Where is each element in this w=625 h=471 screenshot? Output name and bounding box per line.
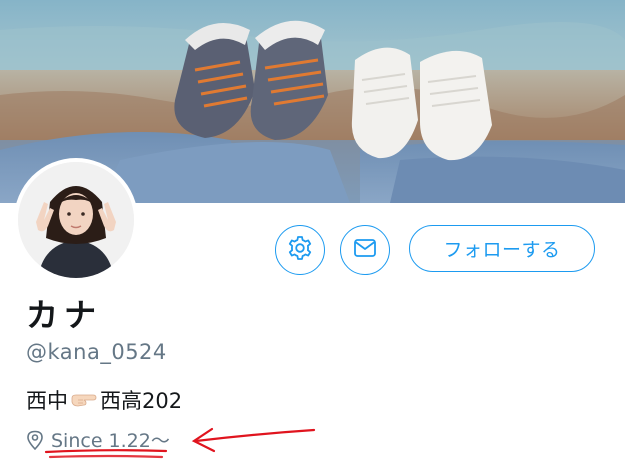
message-button[interactable] [340, 225, 390, 275]
bio-text-before: 西中 [26, 389, 68, 413]
display-name: カナ [26, 296, 103, 334]
annotation-arrow-shaft [194, 428, 316, 443]
gear-icon [287, 235, 313, 265]
follow-button[interactable]: フォローする [409, 225, 595, 272]
location-text: Since 1.22〜 [51, 430, 170, 452]
settings-button[interactable] [275, 225, 325, 275]
pointing-finger-icon [69, 389, 99, 411]
username-handle: @kana_0524 [26, 340, 167, 364]
location-pin-icon [26, 430, 44, 450]
avatar-photo [18, 162, 134, 278]
profile-bio: 西中 西高202 [26, 385, 182, 415]
profile-avatar[interactable] [14, 158, 138, 282]
profile-location: Since 1.22〜 [26, 426, 170, 453]
bio-text-after: 西高202 [100, 389, 183, 413]
envelope-icon [353, 238, 377, 262]
annotation-arrowhead [191, 427, 216, 453]
profile-page: フォローする カナ @kana_0524 西中 西高202 Since 1.22… [0, 0, 625, 471]
